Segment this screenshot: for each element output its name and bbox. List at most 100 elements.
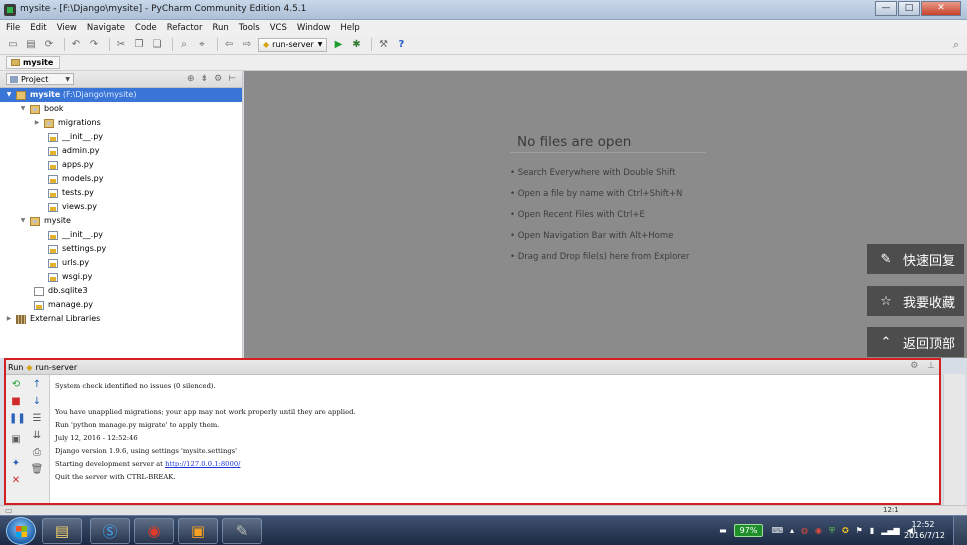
tool-windows-icon[interactable]: ▭ — [5, 506, 13, 515]
tree-item[interactable]: ▼ book — [0, 102, 242, 116]
redo-icon[interactable]: ↷ — [87, 38, 101, 52]
pin-icon[interactable]: ✦ — [9, 457, 23, 471]
tree-item[interactable]: __init__.py — [0, 228, 242, 242]
breadcrumb[interactable]: mysite — [6, 56, 61, 69]
show-hidden-icons[interactable]: ▴ — [790, 526, 794, 535]
menu-vcs[interactable]: VCS — [270, 23, 287, 33]
menu-file[interactable]: File — [6, 23, 20, 33]
open-folder-icon[interactable]: ▭ — [6, 38, 20, 52]
paste-icon[interactable]: ❏ — [150, 38, 164, 52]
tree-item[interactable]: tests.py — [0, 186, 242, 200]
close-icon[interactable]: ✕ — [9, 474, 23, 488]
tree-item[interactable]: ▼ mysite (F:\Django\mysite) — [0, 88, 242, 102]
maximize-button[interactable]: □ — [898, 1, 920, 16]
tree-item[interactable]: db.sqlite3 — [0, 284, 242, 298]
quick-reply-button[interactable]: ✎ 快速回复 — [867, 244, 964, 274]
settings-wrench-icon[interactable]: ⚒ — [376, 38, 390, 52]
start-button[interactable] — [6, 517, 36, 545]
forward-icon[interactable]: ⇨ — [240, 38, 254, 52]
security-icon[interactable]: ◉ — [815, 526, 822, 535]
save-all-icon[interactable]: ▤ — [24, 38, 38, 52]
tree-item[interactable]: wsgi.py — [0, 270, 242, 284]
undo-icon[interactable]: ↶ — [69, 38, 83, 52]
browser-taskbar-button[interactable]: Ⓢ — [90, 518, 130, 544]
collapse-arrow-icon[interactable]: ▶ — [33, 116, 41, 130]
hide-panel-icon[interactable]: ⊢ — [228, 74, 236, 84]
menu-code[interactable]: Code — [135, 23, 157, 33]
expand-arrow-icon[interactable]: ▼ — [19, 214, 27, 228]
vertical-scrollbar[interactable] — [943, 374, 965, 505]
scroll-to-end-icon[interactable]: ⇊ — [30, 429, 44, 443]
tree-item[interactable]: views.py — [0, 200, 242, 214]
antivirus-icon[interactable]: ◍ — [801, 526, 808, 535]
pycharm-taskbar-button[interactable]: ▣ — [178, 518, 218, 544]
tree-item[interactable]: urls.py — [0, 256, 242, 270]
run-tab-config[interactable]: run-server — [36, 363, 78, 372]
dump-threads-icon[interactable]: ▣ — [9, 433, 23, 447]
tree-item[interactable]: settings.py — [0, 242, 242, 256]
menu-edit[interactable]: Edit — [30, 23, 46, 33]
show-desktop-button[interactable] — [953, 516, 967, 545]
sync-icon[interactable]: ⟳ — [42, 38, 56, 52]
tree-item[interactable]: models.py — [0, 172, 242, 186]
collapse-arrow-icon[interactable]: ▶ — [5, 312, 13, 326]
battery-indicator[interactable]: 97% — [733, 524, 764, 537]
print-icon[interactable]: ⎙ — [30, 446, 44, 460]
tree-item[interactable]: ▶ migrations — [0, 116, 242, 130]
soft-wrap-icon[interactable]: ☰ — [30, 412, 44, 426]
gear-icon[interactable]: ⚙ — [214, 74, 222, 84]
signal-icon[interactable]: ▂▄▆ — [881, 526, 899, 535]
run-icon[interactable]: ▶ — [331, 38, 345, 52]
scroll-down-icon[interactable]: ↓ — [30, 395, 44, 409]
expand-arrow-icon[interactable]: ▼ — [19, 102, 27, 116]
menu-run[interactable]: Run — [212, 23, 228, 33]
run-config-select[interactable]: ◆ run-server ▼ — [258, 37, 328, 52]
debug-icon[interactable]: ✱ — [349, 38, 363, 52]
expand-arrow-icon[interactable]: ▼ — [5, 88, 13, 102]
menu-refactor[interactable]: Refactor — [167, 23, 203, 33]
hide-panel-icon[interactable]: ⊥ — [927, 361, 935, 371]
tree-item[interactable]: admin.py — [0, 144, 242, 158]
file-explorer-taskbar-button[interactable]: ▤ — [42, 518, 82, 544]
menu-navigate[interactable]: Navigate — [87, 23, 125, 33]
input-method-icon[interactable]: ⌨ — [771, 526, 783, 535]
menu-window[interactable]: Window — [297, 23, 331, 33]
scroll-up-icon[interactable]: ↑ — [30, 378, 44, 392]
menu-tools[interactable]: Tools — [239, 23, 260, 33]
server-url-link[interactable]: http://127.0.0.1:8000/ — [165, 460, 240, 468]
tree-item[interactable]: ▶ External Libraries — [0, 312, 242, 326]
minimize-button[interactable]: — — [875, 1, 897, 16]
help-icon[interactable]: ? — [394, 38, 408, 52]
editor-area[interactable]: No files are open • Search Everywhere wi… — [244, 71, 967, 358]
tree-item[interactable]: ▼ mysite — [0, 214, 242, 228]
project-view-select[interactable]: Project ▼ — [6, 73, 74, 85]
taskbar-clock[interactable]: 12:52 2016/7/12 — [904, 519, 945, 541]
app-taskbar-button[interactable]: ◉ — [134, 518, 174, 544]
tree-item[interactable]: __init__.py — [0, 130, 242, 144]
replace-icon[interactable]: ⌖ — [195, 38, 209, 52]
flag-icon[interactable]: ⚑ — [856, 526, 863, 535]
back-to-top-button[interactable]: ⌃ 返回顶部 — [867, 327, 964, 357]
menu-view[interactable]: View — [57, 23, 77, 33]
menu-help[interactable]: Help — [340, 23, 359, 33]
keyboard-icon[interactable]: ▬ — [719, 526, 727, 535]
stop-icon[interactable]: ■ — [9, 395, 23, 409]
collapse-all-icon[interactable]: ⇟ — [201, 74, 209, 84]
sync-target-icon[interactable]: ⊕ — [187, 74, 195, 84]
favorite-button[interactable]: ☆ 我要收藏 — [867, 286, 964, 316]
tool-taskbar-button[interactable]: ✎ — [222, 518, 262, 544]
tree-item[interactable]: apps.py — [0, 158, 242, 172]
find-icon[interactable]: ⌕ — [177, 38, 191, 52]
close-button[interactable]: ✕ — [921, 1, 961, 16]
caret-position[interactable]: 12:1 — [883, 506, 899, 514]
cut-icon[interactable]: ✂ — [114, 38, 128, 52]
update-icon[interactable]: ✪ — [842, 526, 849, 535]
rerun-icon[interactable]: ⟲ — [9, 378, 23, 392]
back-icon[interactable]: ⇦ — [222, 38, 236, 52]
shield-icon[interactable]: ⛨ — [829, 526, 835, 536]
pause-icon[interactable]: ❚❚ — [9, 412, 26, 426]
copy-icon[interactable]: ❐ — [132, 38, 146, 52]
gear-icon[interactable]: ⚙ — [910, 361, 918, 371]
trash-icon[interactable]: 🗑 — [30, 463, 44, 477]
network-icon[interactable]: ▮ — [870, 526, 874, 535]
